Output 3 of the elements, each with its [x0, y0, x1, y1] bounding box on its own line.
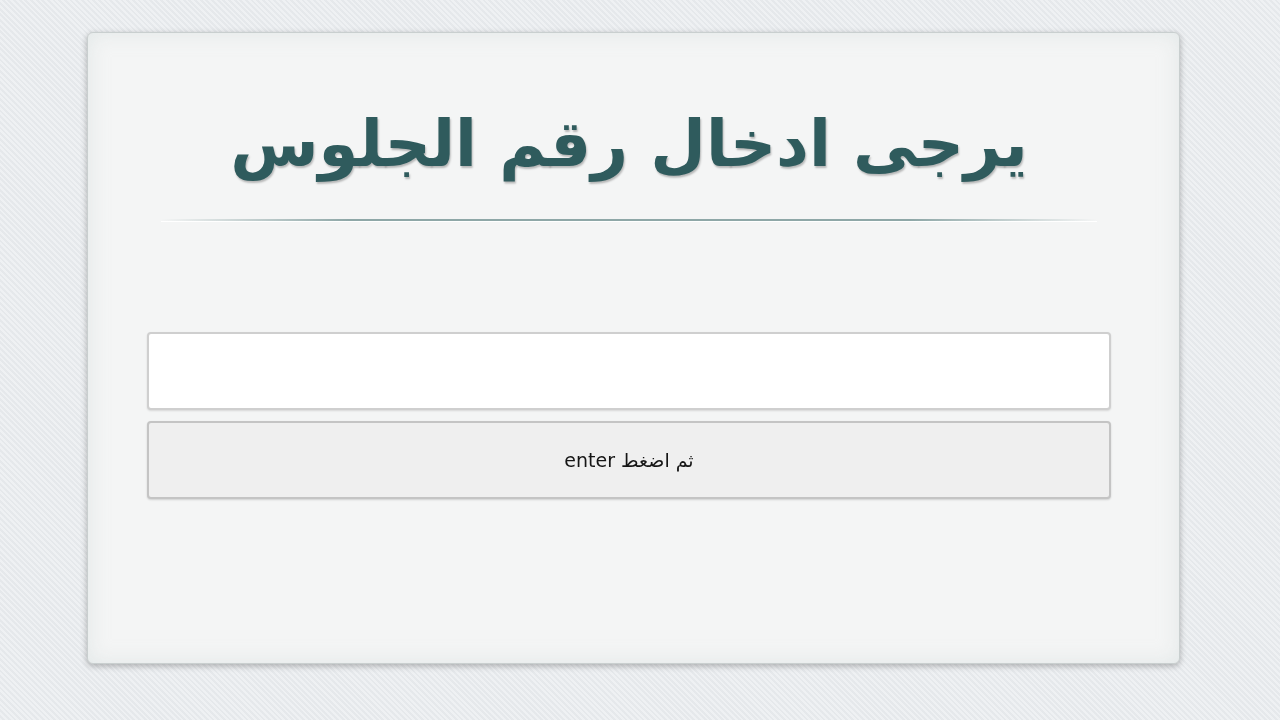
- page-title: يرجى ادخال رقم الجلوس: [230, 108, 1028, 182]
- submit-button[interactable]: ثم اضغط enter: [147, 421, 1111, 499]
- seat-number-field[interactable]: [147, 332, 1111, 410]
